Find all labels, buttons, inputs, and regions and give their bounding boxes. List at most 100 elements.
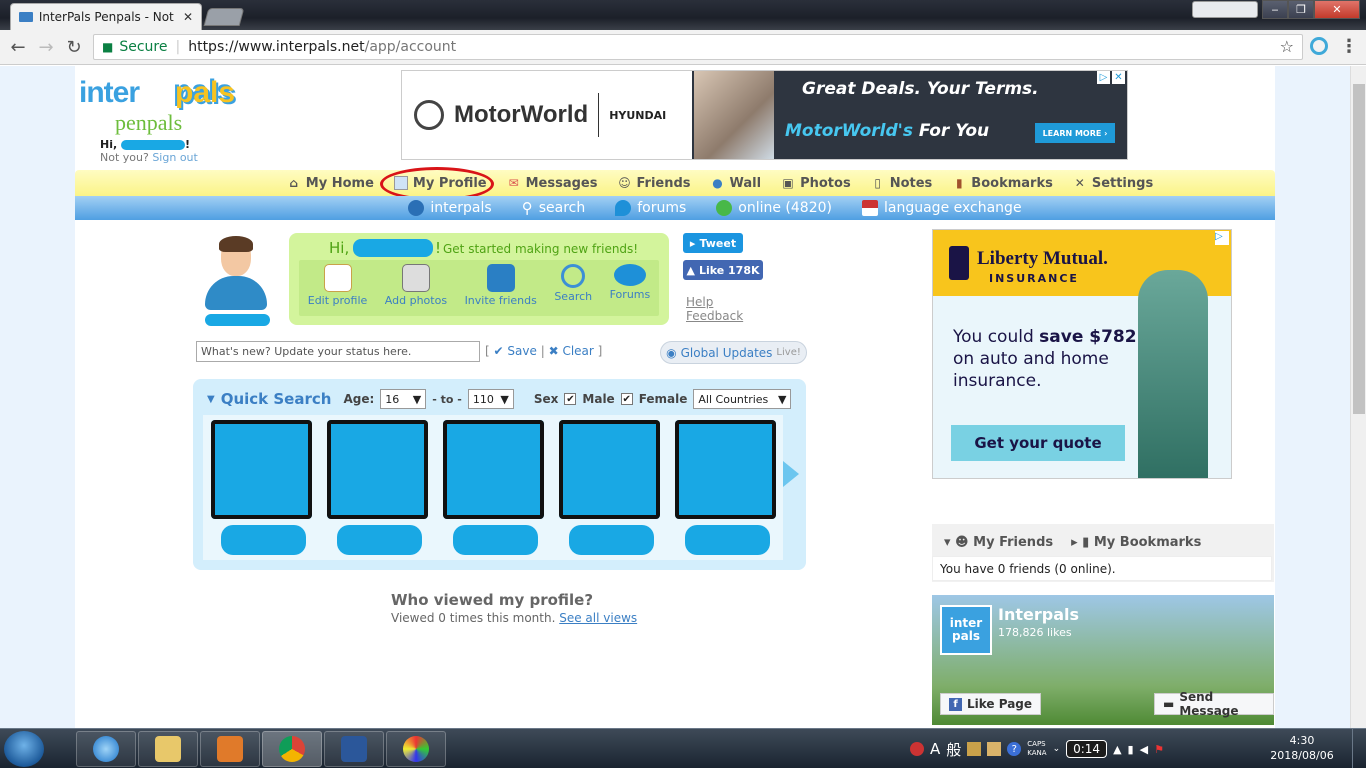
nav-wall[interactable]: ● Wall — [711, 176, 761, 191]
taskbar-explorer[interactable] — [138, 731, 198, 767]
ad-close-icon[interactable]: ✕ — [1112, 71, 1125, 84]
banner-ad[interactable]: MotorWorld HYUNDAI Great Deals. Your Ter… — [401, 70, 1128, 160]
browser-user-profile[interactable] — [1192, 1, 1258, 18]
new-tab-button[interactable] — [203, 8, 245, 26]
help-link[interactable]: Help — [686, 295, 743, 309]
profile-card[interactable] — [675, 420, 776, 555]
age-to-select[interactable]: 110 ▼ — [467, 389, 514, 409]
system-clock[interactable]: 4:30 2018/08/06 — [1268, 733, 1336, 763]
ad-partner: HYUNDAI — [609, 108, 667, 122]
get-quote-button[interactable]: Get your quote — [951, 425, 1125, 461]
ad-subline: MotorWorld's For You — [785, 121, 989, 141]
speech-bubble-icon — [613, 264, 646, 286]
ad-learn-more-button[interactable]: LEARN MORE › — [1035, 123, 1115, 143]
taskbar-ie[interactable] — [76, 731, 136, 767]
like-page-button[interactable]: f Like Page — [940, 693, 1042, 715]
age-from-select[interactable]: 16 ▼ — [380, 389, 427, 409]
bookmark-star-icon[interactable]: ☆ — [1280, 37, 1294, 56]
start-button[interactable] — [4, 731, 44, 767]
subnav-interpals[interactable]: interpals — [408, 200, 492, 216]
tray-app-icon[interactable] — [910, 742, 924, 756]
extension-icon[interactable] — [1310, 37, 1328, 55]
sign-out-link[interactable]: Sign out — [152, 151, 198, 164]
profile-card[interactable] — [443, 420, 544, 555]
ime-mode-indicator[interactable]: A — [930, 740, 940, 758]
nav-my-profile[interactable]: My Profile — [379, 166, 494, 201]
adchoices-icon[interactable]: ▷ — [1097, 71, 1110, 84]
interpals-logo[interactable]: inter pals penpals — [75, 70, 255, 136]
tweet-button[interactable]: ▸ Tweet — [683, 233, 743, 253]
nav-bookmarks[interactable]: ▮ Bookmarks — [952, 176, 1053, 191]
nav-messages[interactable]: ✉ Messages — [507, 176, 598, 191]
subnav-online[interactable]: online (4820) — [716, 200, 832, 216]
clear-status-button[interactable]: ✖ Clear — [549, 344, 594, 358]
taskbar-chrome[interactable] — [262, 731, 322, 767]
forward-arrow-icon[interactable]: → — [32, 33, 60, 61]
subnav-search[interactable]: ⚲ search — [522, 199, 586, 217]
taskbar-media-player[interactable] — [200, 731, 260, 767]
feedback-link[interactable]: Feedback — [686, 309, 743, 323]
female-checkbox[interactable]: ✔ — [620, 393, 633, 405]
tab-my-bookmarks[interactable]: ▸ ▮ My Bookmarks — [1071, 535, 1201, 550]
tool-label: Edit profile — [307, 294, 368, 307]
nav-notes[interactable]: ▯ Notes — [871, 176, 932, 191]
show-hidden-icons[interactable]: ▲ — [1113, 743, 1121, 756]
network-icon[interactable]: ▮ — [1128, 743, 1134, 756]
facebook-like-button[interactable]: ▲ Like 178K — [683, 260, 763, 280]
back-arrow-icon[interactable]: ← — [4, 33, 32, 61]
profile-card[interactable] — [559, 420, 660, 555]
timer-widget[interactable]: 0:14 — [1066, 740, 1108, 758]
nav-my-home[interactable]: ⌂ My Home — [287, 176, 373, 191]
maximize-button[interactable]: ❐ — [1288, 0, 1314, 19]
subnav-forums[interactable]: forums — [615, 200, 686, 216]
user-avatar[interactable] — [203, 236, 271, 318]
sidebar-ad[interactable]: Liberty Mutual. INSURANCE You could save… — [932, 229, 1232, 479]
reload-icon[interactable]: ↻ — [60, 33, 88, 61]
address-bar[interactable]: ■ Secure | https://www.interpals.net/app… — [93, 34, 1303, 60]
profile-card[interactable] — [327, 420, 428, 555]
tool-search[interactable]: Search — [554, 264, 592, 316]
taskbar-paint[interactable] — [386, 731, 446, 767]
tool-edit-profile[interactable]: Edit profile — [307, 264, 368, 316]
help-icon[interactable]: ? — [1007, 742, 1022, 756]
ime-toolbar-icon[interactable] — [967, 742, 982, 756]
magnifier-icon — [561, 264, 586, 288]
ime-toolbar-icon[interactable] — [987, 742, 1002, 756]
show-desktop-button[interactable] — [1352, 729, 1366, 768]
scrollbar-thumb[interactable] — [1353, 84, 1365, 414]
profile-card[interactable] — [211, 420, 312, 555]
fb-page-name[interactable]: Interpals — [998, 605, 1079, 624]
tool-forums[interactable]: Forums — [610, 264, 650, 316]
subnav-language-exchange[interactable]: language exchange — [862, 200, 1022, 216]
see-all-views-link[interactable]: See all views — [559, 611, 637, 625]
status-input[interactable]: What's new? Update your status here. — [196, 341, 480, 362]
nav-settings[interactable]: ✕ Settings — [1073, 176, 1153, 191]
adchoices-icon[interactable]: ▷ — [1215, 231, 1229, 245]
facebook-page-widget[interactable]: inter pals Interpals 178,826 likes f Like… — [932, 595, 1274, 725]
volume-icon[interactable]: ◀ — [1140, 743, 1148, 756]
tab-close-icon[interactable]: ✕ — [183, 10, 193, 24]
tool-invite-friends[interactable]: Invite friends — [465, 264, 537, 316]
browser-tab-active[interactable]: InterPals Penpals - Not ✕ — [10, 3, 202, 30]
save-status-button[interactable]: ✔ Save — [494, 344, 537, 358]
tool-add-photos[interactable]: Add photos — [385, 264, 447, 316]
vertical-scrollbar[interactable] — [1350, 66, 1366, 728]
send-message-button[interactable]: ▬ Send Message — [1154, 690, 1274, 718]
minimize-button[interactable]: ‒ — [1262, 0, 1288, 19]
nav-photos[interactable]: ▣ Photos — [781, 176, 850, 191]
tab-my-friends[interactable]: ▾ ☻ My Friends — [944, 535, 1053, 550]
collapse-triangle-icon[interactable]: ▼ — [207, 394, 215, 405]
nav-friends[interactable]: ☺ Friends — [618, 176, 690, 191]
tray-option-icon[interactable]: ⌄ — [1053, 744, 1061, 754]
ime-input-mode[interactable]: 般 — [946, 739, 961, 760]
age-label: Age: — [343, 392, 375, 406]
taskbar-word[interactable] — [324, 731, 384, 767]
browser-menu-icon[interactable]: ⋮ — [1340, 36, 1358, 57]
action-center-flag-icon[interactable]: ⚑ — [1154, 743, 1164, 756]
country-select[interactable]: All Countries ▼ — [693, 389, 792, 409]
global-updates-button[interactable]: ◉ Global Updates Live! — [660, 341, 807, 364]
close-window-button[interactable]: ✕ — [1314, 0, 1360, 19]
next-arrow-icon[interactable] — [783, 461, 799, 487]
male-checkbox[interactable]: ✔ — [564, 393, 577, 405]
welcome-hi: Hi, — [329, 239, 350, 257]
